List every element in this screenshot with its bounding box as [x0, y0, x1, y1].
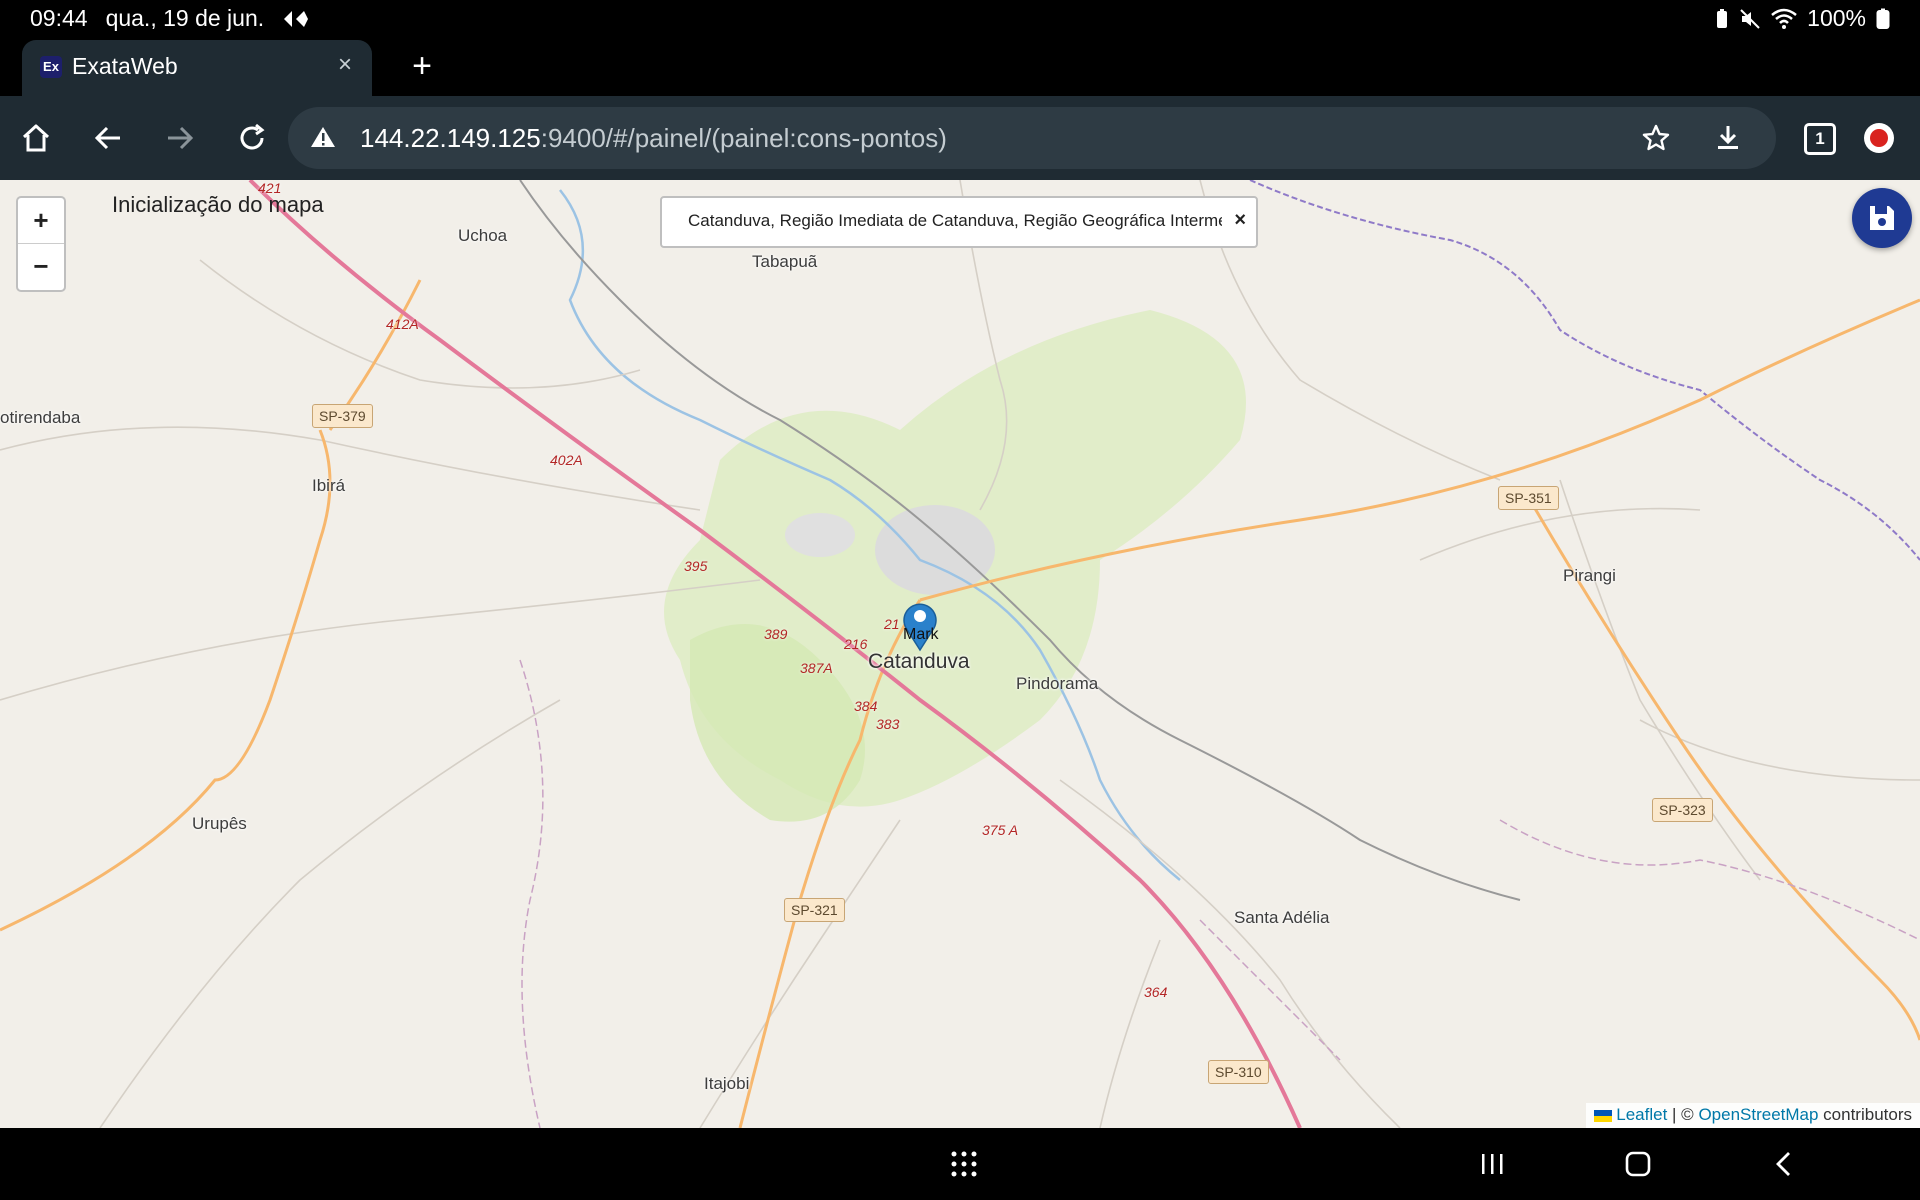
- attribution-contributors: contributors: [1818, 1105, 1912, 1124]
- home-button[interactable]: [12, 114, 60, 162]
- url-text[interactable]: 144.22.149.125:9400/#/painel/(painel:con…: [360, 123, 947, 154]
- app-drawer-button[interactable]: [942, 1144, 986, 1184]
- place-label: otirendaba: [0, 408, 81, 427]
- marker-label: Mark: [903, 626, 939, 643]
- forward-button[interactable]: [156, 114, 204, 162]
- zoom-in-button[interactable]: +: [18, 198, 64, 244]
- location-search-box[interactable]: Catanduva, Região Imediata de Catanduva,…: [660, 196, 1258, 248]
- road-number: 384: [854, 698, 878, 714]
- arrow-right-icon: [168, 126, 194, 150]
- route-shield: SP-310: [1208, 1060, 1269, 1084]
- address-bar[interactable]: 144.22.149.125:9400/#/painel/(painel:con…: [288, 107, 1776, 169]
- zoom-control: + −: [16, 196, 66, 292]
- road-number: 389: [764, 626, 788, 642]
- place-label: Ibirá: [312, 476, 346, 495]
- browser-toolbar: 144.22.149.125:9400/#/painel/(painel:con…: [0, 96, 1920, 180]
- browser-tab[interactable]: Ex ExataWeb ×: [22, 40, 372, 96]
- place-label: Tabapuã: [752, 252, 818, 271]
- url-path: :9400/#/painel/(painel:cons-pontos): [540, 123, 947, 153]
- place-label: Itajobi: [704, 1074, 750, 1093]
- bookmark-star-icon[interactable]: [1638, 120, 1674, 156]
- zoom-out-button[interactable]: −: [18, 244, 64, 289]
- place-label-catanduva: Catanduva: [868, 650, 970, 673]
- new-tab-button[interactable]: +: [400, 44, 444, 88]
- map-view[interactable]: Uchoa Tabapuã otirendaba Ibirá Catanduva…: [0, 180, 1920, 1128]
- home-square-icon: [1625, 1151, 1651, 1177]
- leaflet-link[interactable]: Leaflet: [1616, 1105, 1667, 1124]
- system-nav-bar: [0, 1128, 1920, 1200]
- back-button[interactable]: [84, 114, 132, 162]
- place-label: Pindorama: [1016, 674, 1099, 693]
- route-shield: SP-379: [312, 404, 373, 428]
- road-number: 364: [1144, 984, 1168, 1000]
- not-secure-warning-icon[interactable]: [310, 125, 336, 154]
- battery-percent: 100%: [1807, 5, 1866, 31]
- extension-icon[interactable]: [1864, 123, 1894, 153]
- road-number: 387A: [800, 660, 833, 676]
- download-icon[interactable]: [1710, 120, 1746, 156]
- floppy-save-icon: [1870, 206, 1894, 230]
- chevron-left-icon: [1776, 1152, 1790, 1176]
- openstreetmap-link[interactable]: OpenStreetMap: [1698, 1105, 1818, 1124]
- location-search-text[interactable]: Catanduva, Região Imediata de Catanduva,…: [688, 211, 1222, 231]
- status-bar: 09:44 qua., 19 de jun. 100%: [0, 0, 1920, 38]
- tab-title: ExataWeb: [72, 53, 178, 79]
- route-shield: SP-321: [784, 898, 845, 922]
- dex-icon: [282, 9, 310, 29]
- wifi-icon: [1771, 8, 1797, 30]
- battery-icon: [1876, 8, 1890, 30]
- grid-dots-icon: [951, 1151, 977, 1177]
- tab-switcher-button[interactable]: 1: [1804, 123, 1836, 155]
- road-number: 216: [844, 636, 868, 652]
- mute-icon: [1739, 8, 1761, 30]
- arrow-left-icon: [94, 126, 120, 150]
- home-icon: [22, 124, 50, 152]
- recent-apps-icon: [1482, 1154, 1503, 1174]
- status-date: qua., 19 de jun.: [105, 5, 265, 31]
- road-number: 395: [684, 558, 708, 574]
- route-shield: SP-323: [1652, 798, 1713, 822]
- place-label: Urupês: [192, 814, 247, 833]
- route-shield: SP-351: [1498, 486, 1559, 510]
- battery-saver-icon: [1715, 8, 1729, 30]
- favicon-icon: Ex: [40, 56, 62, 78]
- road-number: 402A: [550, 452, 583, 468]
- status-time: 09:44: [30, 5, 88, 31]
- place-label: Santa Adélia: [1234, 908, 1330, 927]
- home-nav-button[interactable]: [1616, 1144, 1660, 1184]
- map-attribution: Leaflet | © OpenStreetMap contributors: [1586, 1103, 1920, 1128]
- road-number: 375 A: [982, 822, 1019, 838]
- reload-icon: [240, 123, 265, 150]
- tab-strip: Ex ExataWeb × +: [0, 38, 1920, 96]
- road-number: 412A: [386, 316, 419, 332]
- tab-close-icon[interactable]: ×: [328, 48, 362, 82]
- ukraine-flag-icon: [1594, 1109, 1613, 1122]
- place-label: Pirangi: [1563, 566, 1616, 585]
- back-nav-button[interactable]: [1762, 1144, 1806, 1184]
- road-number: 383: [876, 716, 900, 732]
- url-host: 144.22.149.125: [360, 123, 541, 153]
- recent-apps-button[interactable]: [1470, 1144, 1514, 1184]
- save-button[interactable]: [1852, 188, 1912, 248]
- map-init-label: Inicialização do mapa: [112, 192, 324, 217]
- attribution-separator: | ©: [1667, 1105, 1699, 1124]
- place-label: Uchoa: [458, 226, 508, 245]
- reload-button[interactable]: [228, 114, 276, 162]
- search-clear-icon[interactable]: ×: [1234, 209, 1246, 232]
